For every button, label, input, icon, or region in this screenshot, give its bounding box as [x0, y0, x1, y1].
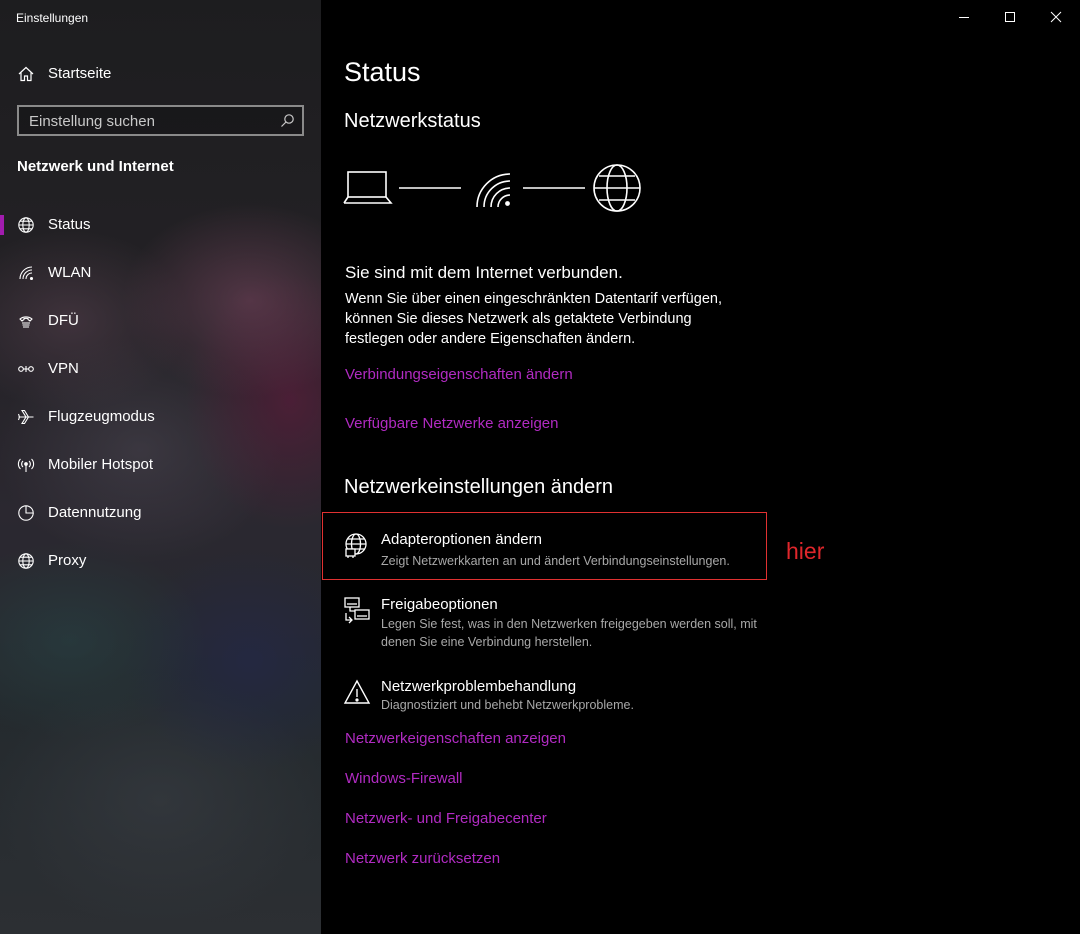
search-placeholder: Einstellung suchen: [29, 113, 155, 130]
sidebar-item-hotspot[interactable]: Mobiler Hotspot: [0, 445, 321, 485]
selected-indicator: [0, 215, 4, 235]
sidebar-item-home[interactable]: Startseite: [0, 54, 321, 94]
sidebar-item-label: Status: [48, 216, 91, 233]
sharing-options-item[interactable]: Freigabeoptionen Legen Sie fest, was in …: [322, 594, 768, 656]
app-title: Einstellungen: [16, 11, 89, 25]
troubleshooter-item[interactable]: Netzwerkproblembehandlung Diagnostiziert…: [322, 676, 768, 716]
sidebar-item-label: VPN: [48, 360, 79, 377]
vpn-icon: [18, 366, 34, 372]
main-content: Status Netzwerkstatus Sie sind mit dem I…: [321, 0, 1080, 934]
warning-icon: [343, 679, 371, 704]
setting-description: Legen Sie fest, was in den Netzwerken fr…: [381, 617, 757, 649]
network-reset-link[interactable]: Netzwerk zurücksetzen: [345, 850, 500, 867]
annotation-text: hier: [786, 538, 825, 564]
firewall-link[interactable]: Windows-Firewall: [345, 770, 463, 787]
sidebar-item-airplane[interactable]: Flugzeugmodus: [0, 397, 321, 437]
available-networks-link[interactable]: Verfügbare Netzwerke anzeigen: [345, 415, 558, 432]
setting-title: Adapteroptionen ändern: [381, 531, 542, 548]
sidebar-item-label: DFÜ: [48, 312, 79, 329]
dialup-icon: [19, 316, 33, 328]
change-settings-heading: Netzwerkeinstellungen ändern: [344, 476, 614, 498]
sidebar-item-vpn[interactable]: VPN: [0, 349, 321, 389]
status-description: Wenn Sie über einen eingeschränkten Date…: [345, 291, 722, 347]
sidebar-item-label: Datennutzung: [48, 504, 142, 521]
hotspot-icon: [17, 458, 35, 472]
search-input[interactable]: Einstellung suchen: [17, 105, 304, 136]
setting-title: Netzwerkproblembehandlung: [381, 678, 577, 695]
sidebar-item-proxy[interactable]: Proxy: [0, 541, 321, 581]
airplane-icon: [17, 409, 34, 425]
home-icon: [18, 66, 34, 82]
section-heading: Netzwerk und Internet: [17, 158, 174, 175]
sidebar: Einstellungen Startseite Einstellung suc…: [0, 0, 321, 934]
sidebar-item-label: Proxy: [48, 552, 87, 569]
sidebar-item-label: WLAN: [48, 264, 92, 281]
status-headline: Sie sind mit dem Internet verbunden.: [345, 263, 623, 282]
sharing-icon: [344, 597, 370, 624]
minimize-icon: [959, 17, 969, 18]
sidebar-item-label: Startseite: [48, 65, 112, 82]
laptop-icon: [343, 171, 393, 204]
adapter-options-item[interactable]: Adapteroptionen ändern Zeigt Netzwerkkar…: [322, 520, 768, 574]
data-usage-icon: [18, 505, 34, 521]
minimize-button[interactable]: [941, 0, 987, 34]
wifi-icon: [476, 173, 511, 208]
setting-description: Diagnostiziert und behebt Netzwerkproble…: [381, 698, 634, 712]
close-icon: [1050, 11, 1062, 23]
sidebar-item-data-usage[interactable]: Datennutzung: [0, 493, 321, 533]
adapter-icon: [345, 533, 367, 558]
close-button[interactable]: [1033, 0, 1079, 34]
globe-icon: [18, 217, 34, 233]
network-topology-graphic: [343, 164, 641, 212]
sidebar-item-dfu[interactable]: DFÜ: [0, 301, 321, 341]
page-title: Status: [344, 57, 421, 87]
search-icon[interactable]: [280, 113, 295, 128]
network-status-heading: Netzwerkstatus: [344, 110, 481, 132]
maximize-icon: [1005, 12, 1015, 22]
sidebar-item-label: Mobiler Hotspot: [48, 456, 154, 473]
wifi-icon: [19, 266, 34, 281]
sidebar-item-status[interactable]: Status: [0, 205, 321, 245]
globe-icon: [593, 164, 641, 212]
network-properties-link[interactable]: Netzwerkeigenschaften anzeigen: [345, 730, 566, 747]
globe-icon: [18, 553, 34, 569]
sidebar-item-label: Flugzeugmodus: [48, 408, 155, 425]
setting-description: Zeigt Netzwerkkarten an und ändert Verbi…: [381, 554, 730, 568]
sharing-center-link[interactable]: Netzwerk- und Freigabecenter: [345, 810, 547, 827]
connection-properties-link[interactable]: Verbindungseigenschaften ändern: [345, 366, 573, 383]
setting-title: Freigabeoptionen: [381, 596, 498, 613]
maximize-button[interactable]: [987, 0, 1033, 34]
sidebar-item-wlan[interactable]: WLAN: [0, 253, 321, 293]
